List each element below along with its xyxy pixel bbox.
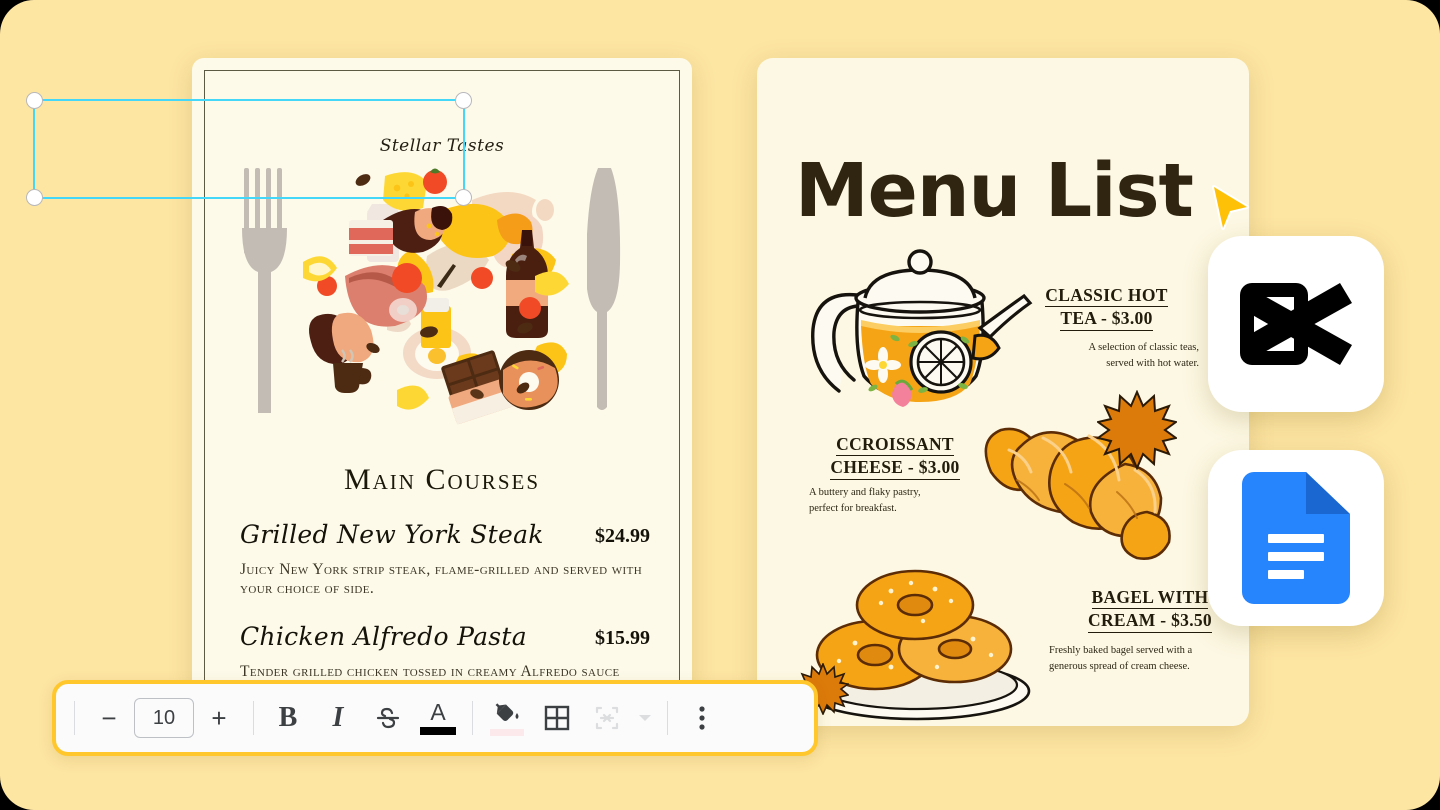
bold-icon: B xyxy=(278,702,298,733)
text-selection-box[interactable] xyxy=(26,92,472,206)
selection-handle-top-left[interactable] xyxy=(26,92,43,109)
capcut-logo-icon xyxy=(1240,283,1352,365)
more-vertical-icon xyxy=(699,706,705,730)
menu-item-row[interactable]: Grilled New York Steak $24.99 Juicy New … xyxy=(240,520,650,599)
menu-entry-description-line1: A buttery and flaky pastry, xyxy=(809,487,921,498)
increase-font-size-button[interactable]: + xyxy=(194,693,244,743)
google-docs-app-icon[interactable] xyxy=(1208,450,1384,626)
fill-color-button[interactable] xyxy=(482,693,532,743)
menu-entry-description-line2: served with hot water. xyxy=(1106,358,1199,370)
food-collage-illustration xyxy=(303,168,569,425)
starburst-decoration xyxy=(1097,390,1177,470)
google-docs-logo-icon xyxy=(1242,472,1350,604)
pointer-cursor xyxy=(1212,185,1249,230)
selection-handle-bottom-right[interactable] xyxy=(455,189,472,206)
table-borders-icon xyxy=(544,705,570,731)
selection-handle-top-right[interactable] xyxy=(455,92,472,109)
fork-icon xyxy=(242,168,287,413)
decrease-font-size-button[interactable]: − xyxy=(84,693,134,743)
document-section-title: Main Courses xyxy=(343,463,541,496)
capcut-app-icon[interactable] xyxy=(1208,236,1384,412)
menu-entry-heading-line1: CLASSIC HOT xyxy=(1045,284,1168,308)
fill-color-swatch xyxy=(490,729,524,736)
menu-entry-description-line2: generous spread of cream cheese. xyxy=(1049,661,1190,673)
menu-entry-heading-line2: CHEESE - $3.00 xyxy=(830,456,960,480)
strikethrough-icon xyxy=(376,707,400,729)
toolbar-divider xyxy=(667,701,668,735)
menu-entry-heading-line2: CREAM - $3.50 xyxy=(1088,609,1212,633)
menu-entry-heading-line1: CCROISSANT xyxy=(836,433,954,457)
menu-entry-description-line1: Freshly baked bagel served with a xyxy=(1049,645,1193,656)
toolbar-divider xyxy=(74,701,75,735)
italic-icon: I xyxy=(332,702,344,733)
menu-entry-description: Freshly baked bagel served with a genero… xyxy=(1049,643,1249,676)
menu-entry-description-line1: A selection of classic teas, xyxy=(1088,342,1199,353)
page-title[interactable]: Menu List xyxy=(795,154,1194,228)
merge-cells-dropdown-button[interactable] xyxy=(632,693,658,743)
toolbar-divider xyxy=(253,701,254,735)
fill-color-icon xyxy=(495,703,519,721)
menu-entry-heading: CLASSIC HOT TEA - $3.00 xyxy=(1019,284,1194,331)
formatting-toolbar[interactable]: − 10 + B I A xyxy=(52,680,818,756)
canvas-root: Stellar Tastes Main Courses Grilled New … xyxy=(0,0,1440,810)
menu-entry-heading-line1: BAGEL WITH xyxy=(1091,586,1209,610)
menu-item-price: $15.99 xyxy=(595,627,650,649)
italic-button[interactable]: I xyxy=(313,693,363,743)
toolbar-divider xyxy=(472,701,473,735)
menu-entry-heading-line2: TEA - $3.00 xyxy=(1060,307,1153,331)
text-color-icon: A xyxy=(430,699,446,725)
menu-item-description: Juicy New York strip steak, flame-grille… xyxy=(240,561,643,598)
chevron-down-icon xyxy=(639,715,651,721)
merge-cells-button[interactable] xyxy=(582,693,632,743)
more-options-button[interactable] xyxy=(677,693,727,743)
menu-entry-heading: CCROISSANT CHEESE - $3.00 xyxy=(805,433,985,480)
selection-handle-bottom-left[interactable] xyxy=(26,189,43,206)
menu-item-price: $24.99 xyxy=(595,525,650,547)
bold-button[interactable]: B xyxy=(263,693,313,743)
strikethrough-button[interactable] xyxy=(363,693,413,743)
merge-cells-icon xyxy=(595,706,619,730)
minus-icon: − xyxy=(101,703,117,733)
font-size-input[interactable]: 10 xyxy=(134,698,194,738)
menu-entry-description-line2: perfect for breakfast. xyxy=(809,503,897,515)
menu-design-card[interactable]: Menu List CLASSIC HOT TEA - $3.00 A sele… xyxy=(757,58,1249,726)
font-size-value: 10 xyxy=(152,706,176,729)
table-borders-button[interactable] xyxy=(532,693,582,743)
menu-item-name: Grilled New York Steak xyxy=(240,520,544,549)
menu-item-name: Chicken Alfredo Pasta xyxy=(240,622,527,651)
text-color-button[interactable]: A xyxy=(413,693,463,743)
text-color-swatch xyxy=(420,727,456,735)
menu-entry-description: A buttery and flaky pastry, perfect for … xyxy=(809,485,989,518)
menu-entry-description: A selection of classic teas, served with… xyxy=(1019,340,1199,373)
plus-icon: + xyxy=(211,703,227,733)
